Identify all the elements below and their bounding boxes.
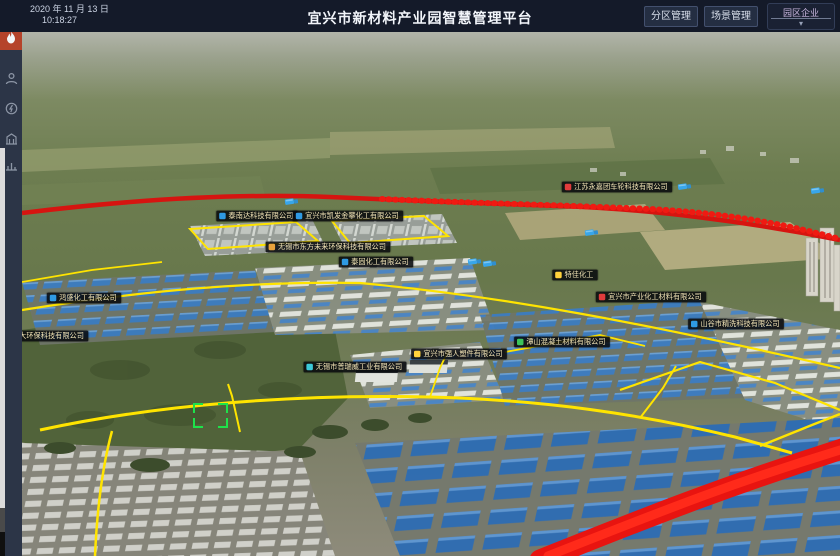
scene-manage-button[interactable]: 场景管理 [704,6,758,27]
date-label: 2020 年 11 月 13 日 [30,4,109,15]
company-marker-icon [565,184,571,190]
company-label[interactable]: 鸿盛化工有限公司 [47,293,121,304]
company-name: 泰南达科技有限公司 [229,212,294,220]
company-marker-icon [50,295,56,301]
company-label[interactable]: 潭山混凝土材料有限公司 [514,337,610,348]
left-scrollbar-end [0,532,5,556]
company-name: 鸿盛化工有限公司 [59,294,117,302]
left-scrollbar-track[interactable] [0,148,5,508]
time-label: 10:18:27 [42,15,109,26]
company-label[interactable]: 山谷市精洗科技有限公司 [688,319,784,330]
company-marker-icon [219,213,225,219]
smart-park-platform: 2020 年 11 月 13 日 10:18:27 宜兴市新材料产业园智慧管理平… [0,0,840,556]
company-name: 泰固化工有限公司 [351,258,409,266]
company-marker-icon [342,259,348,265]
company-name: 潭山混凝土材料有限公司 [526,338,605,346]
dropdown-label: 园区企业 [768,4,834,19]
company-label[interactable]: 宜兴市凯发金攀化工有限公司 [293,211,403,222]
company-marker-icon [414,351,420,357]
company-label[interactable]: 特佳化工 [552,270,597,281]
company-name: 特佳化工 [565,271,594,279]
company-label[interactable]: 无锡市东方未来环保科技有限公司 [266,242,391,253]
company-marker-icon [296,213,302,219]
company-name: 远大环保科技有限公司 [22,332,84,340]
company-name: 山谷市精洗科技有限公司 [700,320,779,328]
company-label[interactable]: 无锡市普瑞威工业有限公司 [304,362,407,373]
company-name: 宜兴市凯发金攀化工有限公司 [305,212,399,220]
company-name: 宜兴市强人塑件有限公司 [423,350,502,358]
selection-box [193,403,228,428]
datetime: 2020 年 11 月 13 日 10:18:27 [30,4,109,26]
company-label[interactable]: 泰固化工有限公司 [339,257,413,268]
chevron-down-icon: ▾ [799,19,803,28]
company-label[interactable]: 泰南达科技有限公司 [216,211,297,222]
company-marker-icon [555,272,561,278]
person-icon[interactable] [0,66,22,90]
top-bar: 2020 年 11 月 13 日 10:18:27 宜兴市新材料产业园智慧管理平… [0,0,840,32]
company-label[interactable]: 宜兴市产业化工材料有限公司 [596,292,706,303]
power-icon[interactable] [0,96,22,120]
company-name: 江苏永嘉团车轮科技有限公司 [574,183,668,191]
company-name: 宜兴市产业化工材料有限公司 [608,293,702,301]
company-name: 无锡市普瑞威工业有限公司 [316,363,402,371]
company-marker-icon [517,339,523,345]
satellite-terrain [22,32,840,556]
company-marker-icon [269,244,275,250]
park-enterprise-dropdown[interactable]: 园区企业 ▾ [767,3,835,30]
company-label[interactable]: 远大环保科技有限公司 [22,331,88,342]
factory-icon[interactable] [0,126,22,150]
truck-icon[interactable] [284,192,300,212]
truck-icon[interactable] [677,177,693,197]
company-marker-icon [691,321,697,327]
company-marker-icon [599,294,605,300]
left-scrollbar-thumb[interactable] [0,508,5,532]
company-label[interactable]: 宜兴市强人塑件有限公司 [411,349,507,360]
company-label[interactable]: 江苏永嘉团车轮科技有限公司 [562,182,672,193]
truck-icon[interactable] [584,223,600,243]
map-3d-view[interactable]: 泰南达科技有限公司 宜兴市凯发金攀化工有限公司 无锡市东方未来环保科技有限公司 … [22,32,840,556]
page-title: 宜兴市新材料产业园智慧管理平台 [308,8,533,28]
truck-icon[interactable] [810,181,826,201]
zone-manage-button[interactable]: 分区管理 [644,6,698,27]
company-marker-icon [306,364,312,370]
truck-icon[interactable] [482,254,498,274]
company-name: 无锡市东方未来环保科技有限公司 [278,243,386,251]
